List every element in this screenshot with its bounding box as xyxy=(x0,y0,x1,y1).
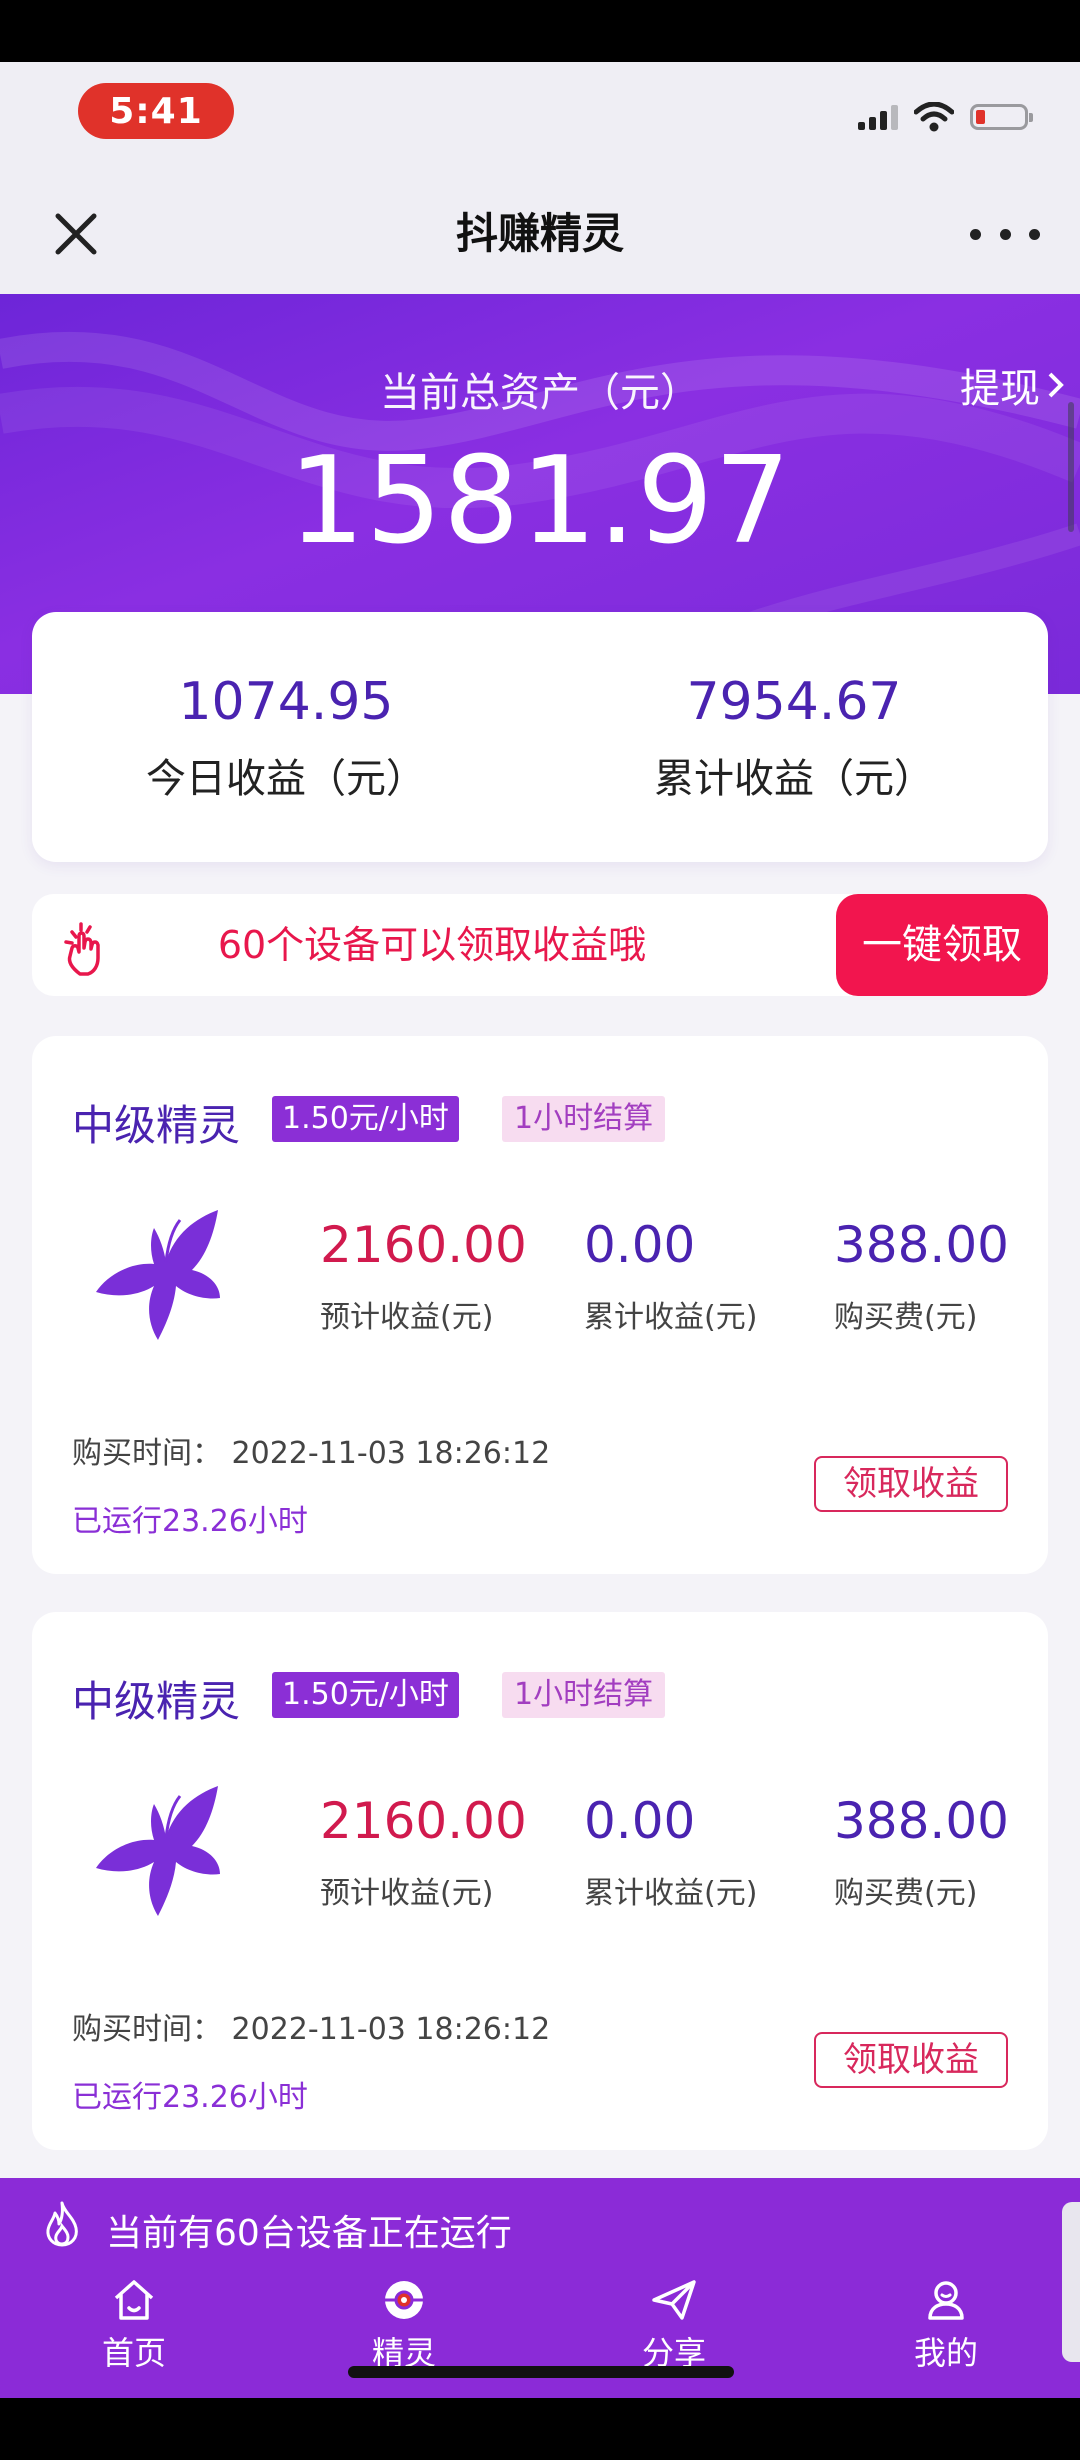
accumulated-earnings: 0.00 累计收益(元) xyxy=(584,1792,757,1912)
today-earnings-value: 1074.95 xyxy=(178,672,394,732)
purchase-price-value: 388.00 xyxy=(834,1216,1009,1274)
total-earnings-label: 累计收益（元） xyxy=(654,756,934,802)
today-earnings-label: 今日收益（元） xyxy=(146,756,426,802)
purchase-price: 388.00 购买费(元) xyxy=(834,1216,1009,1336)
expected-earnings-value: 2160.00 xyxy=(320,1216,527,1274)
home-indicator[interactable] xyxy=(348,2366,734,2378)
tab-bar: 首页 精灵 分享 我的 xyxy=(0,2278,1080,2398)
claim-all-button[interactable]: 一键领取 xyxy=(836,894,1048,996)
battery-icon xyxy=(970,104,1033,130)
purchase-price-label: 购买费(元) xyxy=(834,1300,978,1335)
chevron-right-icon xyxy=(1048,372,1064,398)
accumulated-earnings-label: 累计收益(元) xyxy=(584,1300,758,1335)
accumulated-earnings: 0.00 累计收益(元) xyxy=(584,1216,757,1336)
status-icons xyxy=(858,102,1033,132)
side-drag-handle[interactable] xyxy=(1062,2202,1080,2362)
device-card: 中级精灵 1.50元/小时 1小时结算 2160.00 预计收益(元) 0.00… xyxy=(32,1612,1048,2150)
claim-all-bar: 60个设备可以领取收益哦 一键领取 xyxy=(32,894,1048,996)
withdraw-label: 提现 xyxy=(960,366,1040,412)
rate-tag: 1.50元/小时 xyxy=(272,1096,459,1142)
total-earnings: 7954.67 累计收益（元） xyxy=(540,612,1048,862)
purchase-time: 购买时间： 2022-11-03 18:26:12 xyxy=(72,2012,551,2047)
page-title: 抖赚精灵 xyxy=(455,209,624,258)
scrollbar[interactable] xyxy=(1068,402,1074,532)
tab-profile-label: 我的 xyxy=(913,2334,978,2372)
sprite-ball-icon xyxy=(385,2281,423,2319)
earnings-summary-card: 1074.95 今日收益（元） 7954.67 累计收益（元） xyxy=(32,612,1048,862)
status-time: 5:41 xyxy=(78,83,234,139)
purchase-time: 购买时间： 2022-11-03 18:26:12 xyxy=(72,1436,551,1471)
status-bar: 5:41 xyxy=(0,62,1080,174)
withdraw-link[interactable]: 提现 xyxy=(960,356,1066,414)
purchase-price-label: 购买费(元) xyxy=(834,1876,978,1911)
accumulated-earnings-value: 0.00 xyxy=(584,1792,696,1850)
expected-earnings: 2160.00 预计收益(元) xyxy=(320,1792,527,1912)
cellular-signal-icon xyxy=(858,104,898,130)
nav-bar: 抖赚精灵 xyxy=(0,174,1080,294)
running-duration: 已运行23.26小时 xyxy=(72,2080,308,2115)
bottom-panel: 当前有60台设备正在运行 首页 精灵 分享 我的 xyxy=(0,2178,1080,2398)
today-earnings: 1074.95 今日收益（元） xyxy=(32,612,540,862)
settle-tag: 1小时结算 xyxy=(502,1096,666,1142)
device-card: 中级精灵 1.50元/小时 1小时结算 2160.00 预计收益(元) 0.00… xyxy=(32,1036,1048,1574)
running-devices-notice: 当前有60台设备正在运行 xyxy=(106,2213,512,2254)
device-title: 中级精灵 xyxy=(72,1101,241,1150)
home-icon xyxy=(114,2280,154,2320)
butterfly-icon xyxy=(96,1786,220,1916)
wifi-icon xyxy=(914,102,954,132)
accumulated-earnings-value: 0.00 xyxy=(584,1216,696,1274)
expected-earnings-label: 预计收益(元) xyxy=(320,1300,494,1335)
total-earnings-value: 7954.67 xyxy=(686,672,902,732)
expected-earnings-value: 2160.00 xyxy=(320,1792,527,1850)
tab-sprite[interactable]: 精灵 xyxy=(304,2278,504,2398)
app-screen: 5:41 抖赚精灵 当前总资产（元） 提现 1581.97 1074.95 今日… xyxy=(0,62,1080,2398)
claim-earnings-button[interactable]: 领取收益 xyxy=(814,1456,1008,1512)
purchase-price-value: 388.00 xyxy=(834,1792,1009,1850)
running-duration: 已运行23.26小时 xyxy=(72,1504,308,1539)
more-menu-icon[interactable] xyxy=(970,214,1040,254)
claimable-devices-text: 60个设备可以领取收益哦 xyxy=(217,923,647,967)
tab-profile[interactable]: 我的 xyxy=(846,2278,1046,2398)
tab-share[interactable]: 分享 xyxy=(574,2278,774,2398)
fire-icon xyxy=(46,2201,78,2247)
tab-home[interactable]: 首页 xyxy=(34,2278,234,2398)
expected-earnings: 2160.00 预计收益(元) xyxy=(320,1216,527,1336)
total-assets-amount: 1581.97 xyxy=(288,432,792,571)
tap-hand-icon xyxy=(64,922,100,976)
settle-tag: 1小时结算 xyxy=(502,1672,666,1718)
rate-tag: 1.50元/小时 xyxy=(272,1672,459,1718)
total-assets-label: 当前总资产（元） xyxy=(380,370,700,416)
tab-home-label: 首页 xyxy=(101,2334,166,2372)
purchase-price: 388.00 购买费(元) xyxy=(834,1792,1009,1912)
paper-plane-icon xyxy=(652,2280,696,2320)
device-title: 中级精灵 xyxy=(72,1677,241,1726)
expected-earnings-label: 预计收益(元) xyxy=(320,1876,494,1911)
butterfly-icon xyxy=(96,1210,220,1340)
profile-icon xyxy=(928,2281,964,2320)
accumulated-earnings-label: 累计收益(元) xyxy=(584,1876,758,1911)
claim-earnings-button[interactable]: 领取收益 xyxy=(814,2032,1008,2088)
